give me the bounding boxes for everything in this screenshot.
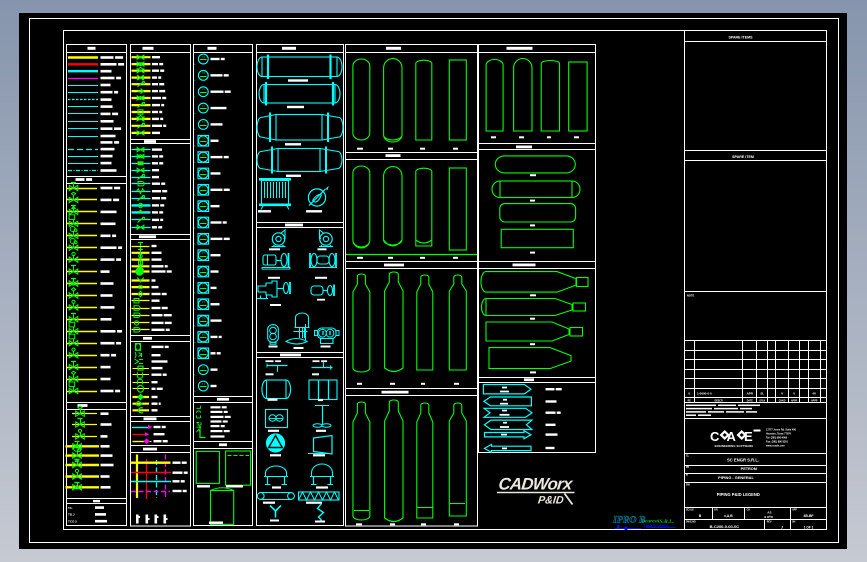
svg-text:CH: CH (747, 509, 751, 511)
svg-text:RE: RE (688, 400, 692, 402)
svg-text:TI: TI (202, 235, 205, 239)
svg-text:Houston, Texas 77070: Houston, Texas 77070 (766, 433, 792, 436)
svg-text:TI: TI (202, 365, 205, 369)
svg-text:1-0000-0-0: 1-0000-0-0 (697, 392, 712, 396)
svg-text:SC ENGR S.R.L.: SC ENGR S.R.L. (727, 457, 759, 462)
svg-text:TI: TI (202, 169, 205, 173)
svg-text:Fax: (281) 890-3301: Fax: (281) 890-3301 (766, 441, 789, 444)
svg-text:1 OF 1: 1 OF 1 (804, 526, 814, 530)
svg-text:TI: TI (202, 71, 205, 75)
svg-text:g gAg: g gAg (764, 515, 773, 519)
svg-text:TI: TI (202, 316, 205, 320)
svg-text:SPARE ITEMS: SPARE ITEMS (728, 35, 753, 39)
svg-text:TI: TI (202, 218, 205, 222)
svg-text:SL: SL (760, 391, 764, 395)
svg-text:APPR: APPR (791, 399, 798, 402)
svg-text:DR.N: DR.N (759, 400, 765, 402)
svg-text:ENGINEERING SOFTWARE: ENGINEERING SOFTWARE (715, 444, 754, 448)
svg-text:CHKD: CHKD (779, 400, 786, 402)
svg-text:PIPING - GENERAL: PIPING - GENERAL (718, 475, 754, 480)
svg-text:TI: TI (202, 300, 205, 304)
svg-text:TI: TI (202, 284, 205, 288)
svg-text:4V: 4V (812, 392, 816, 396)
svg-text:C: C (710, 429, 720, 444)
svg-text:TI: TI (202, 153, 205, 157)
svg-text:TI: TI (202, 202, 205, 206)
svg-text:TCO 2: TCO 2 (68, 519, 77, 523)
svg-text:APP: APP (792, 508, 797, 511)
svg-text:Tel: (281) 890-4566: Tel: (281) 890-4566 (766, 437, 788, 440)
svg-text:4B-BF: 4B-BF (804, 514, 814, 518)
svg-text:DWG.NO: DWG.NO (686, 522, 696, 524)
svg-text:V: V (781, 392, 783, 396)
svg-text:TI: TI (202, 55, 205, 59)
svg-text:TI: TI (202, 104, 205, 108)
svg-text:DR: DR (714, 509, 718, 511)
svg-text:12777 Jones Rd. Suite 480: 12777 Jones Rd. Suite 480 (766, 429, 797, 432)
svg-text:SCALE: SCALE (686, 508, 694, 511)
svg-text:APPR: APPR (811, 399, 818, 402)
svg-text:V: V (793, 392, 795, 396)
svg-text:TI: TI (202, 251, 205, 255)
svg-text:NOTE: NOTE (687, 294, 694, 298)
svg-text:TI: TI (202, 88, 205, 92)
svg-text:IPRO B: IPRO B (612, 515, 646, 526)
svg-text:SPARE ITEM: SPARE ITEM (732, 155, 754, 159)
svg-text:J: J (781, 526, 783, 530)
svg-text:DESCR: DESCR (715, 400, 723, 402)
svg-text:www.coade.com: www.coade.com (766, 445, 785, 448)
svg-text:TI: TI (202, 186, 205, 190)
svg-text:TI: TI (202, 120, 205, 124)
svg-text:TI: TI (202, 349, 205, 353)
svg-text:REV: REV (767, 522, 772, 524)
svg-text:DATE: DATE (747, 399, 754, 402)
svg-text:PETROM: PETROM (741, 467, 757, 471)
svg-text:APR: APR (747, 392, 754, 396)
svg-text:TI: TI (686, 475, 688, 477)
svg-text:TI: TI (202, 137, 205, 141)
svg-text:TI: TI (202, 382, 205, 386)
svg-text:SH: SH (792, 522, 796, 524)
svg-text:A: A (727, 429, 737, 444)
svg-text:CADWorx: CADWorx (498, 475, 574, 494)
svg-text:P&ID: P&ID (537, 495, 564, 507)
svg-text:E: E (744, 429, 753, 444)
svg-text:TI: TI (202, 267, 205, 271)
svg-text:PR: PR (686, 467, 690, 469)
svg-text:TB.J: TB.J (68, 513, 75, 517)
svg-text:PIPING P&ID LEGEND: PIPING P&ID LEGEND (717, 492, 760, 497)
svg-text:x,A,B: x,A,B (724, 514, 733, 518)
svg-text:B-C200-0-00-0C: B-C200-0-00-0C (710, 524, 740, 529)
svg-text:TI: TI (202, 333, 205, 337)
svg-text:TA.: TA. (68, 506, 73, 510)
